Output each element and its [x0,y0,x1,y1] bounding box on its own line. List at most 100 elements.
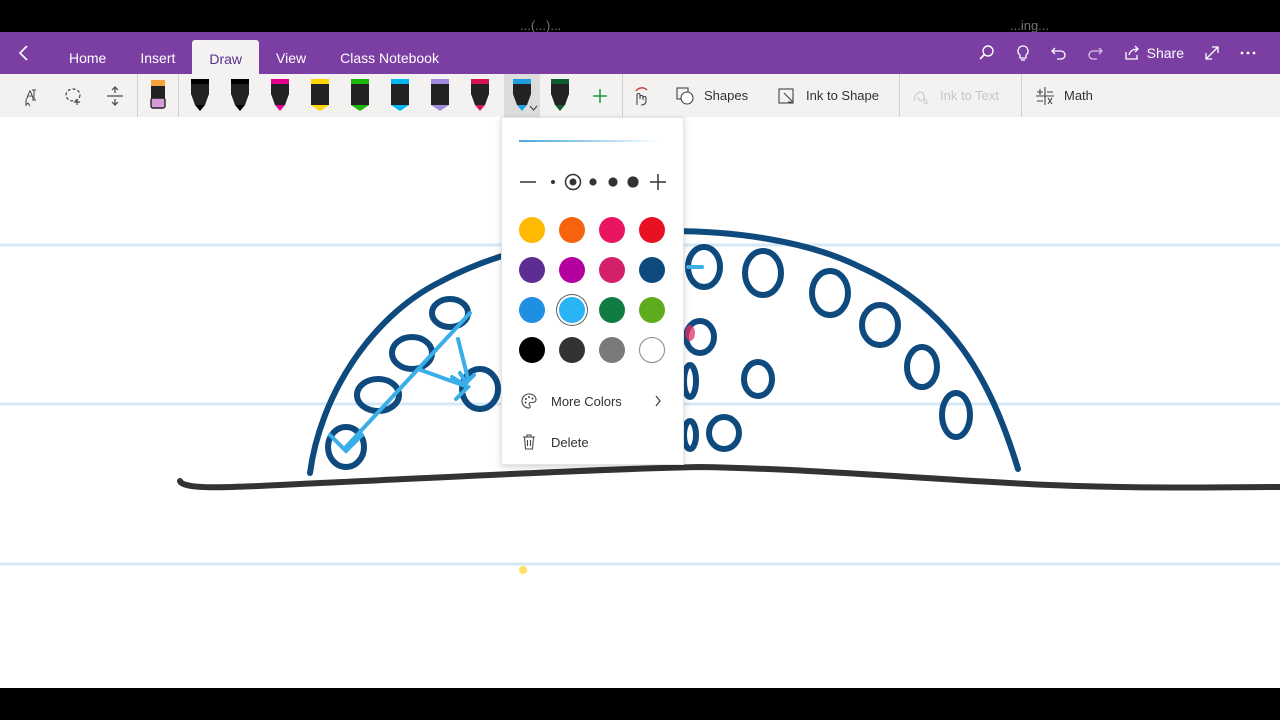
color-swatch[interactable] [519,337,545,363]
ribbon-right-actions: Share [971,32,1264,74]
thickness-option[interactable] [551,180,555,184]
color-swatch[interactable] [559,337,585,363]
color-swatch[interactable] [599,297,625,323]
math-button[interactable]: Math [1034,74,1104,117]
shapes-icon [676,86,694,105]
share-label: Share [1146,45,1184,61]
color-swatch[interactable] [519,217,545,243]
redo-button[interactable] [1079,37,1111,69]
tell-me-button[interactable] [1007,37,1039,69]
fullscreen-button[interactable] [1196,37,1228,69]
pen-icon [311,78,329,111]
pen-2-button[interactable] [226,74,254,117]
pen-5-button[interactable] [346,74,374,117]
color-swatch[interactable] [559,217,585,243]
window-status: ...ing... [1010,18,1050,32]
pen-10-button[interactable] [546,74,574,117]
more-colors-item[interactable]: More Colors [502,383,683,419]
svg-text:a: a [923,96,928,106]
ink-to-text-icon: a [913,91,928,106]
back-button[interactable] [12,41,36,65]
plus-icon [593,88,607,103]
tab-home[interactable]: Home [52,32,123,74]
pen-icon [191,78,209,111]
ribbon-header: Home Insert Draw View Class Notebook Sha… [0,32,1280,74]
draw-toolbar: A Shapes Ink to Shape a Ink to Text Math [0,74,1280,118]
increase-thickness-icon[interactable] [650,174,666,190]
color-swatch[interactable] [559,257,585,283]
ink-to-shape-icon [778,87,794,104]
lasso-icon [65,87,81,105]
redo-icon [1088,47,1103,60]
pen-icon [271,78,289,111]
text-select-icon: A [25,88,36,106]
chevron-down-icon [529,105,538,111]
more-icon [1240,51,1256,55]
ink-to-shape-label: Ink to Shape [806,88,879,103]
type-tool-button[interactable]: A [20,74,48,117]
lasso-select-button[interactable] [60,74,88,117]
more-colors-label: More Colors [551,393,622,409]
color-swatch[interactable] [639,257,665,283]
thickness-option[interactable] [627,176,639,188]
color-swatch[interactable] [639,217,665,243]
shapes-label: Shapes [704,88,749,103]
search-button[interactable] [971,37,1003,69]
color-swatch[interactable] [599,217,625,243]
ink-to-text-label: Ink to Text [940,88,1000,103]
thickness-option-dot [569,178,577,186]
pen-icon [431,78,449,111]
window-titlebar: ...(...)... ...ing... [0,0,1280,32]
tab-view[interactable]: View [259,32,323,74]
pen-4-button[interactable] [306,74,334,117]
thickness-selector [516,170,668,194]
color-swatch[interactable] [599,257,625,283]
color-swatch[interactable] [639,297,665,323]
undo-icon [1050,47,1066,60]
math-label: Math [1064,88,1093,103]
shapes-button[interactable]: Shapes [674,74,758,117]
thickness-option[interactable] [589,178,597,186]
toolbar-separator [899,74,900,117]
tab-insert[interactable]: Insert [123,32,192,74]
pink-ink-dot [685,325,695,341]
pen-icon [231,78,249,111]
eraser-button[interactable] [145,74,171,117]
pen-8-button[interactable] [466,74,494,117]
color-swatch[interactable] [639,337,665,363]
pen-7-button[interactable] [426,74,454,117]
add-pen-button[interactable] [586,74,614,117]
add-space-icon [107,85,123,106]
ground-line [177,463,1280,491]
toolbar-separator [622,74,623,117]
delete-pen-item[interactable]: Delete [502,424,683,460]
chevron-right-icon [655,395,661,407]
ink-to-text-button: a Ink to Text [910,74,1010,117]
palette-icon [519,391,539,411]
color-swatch[interactable] [559,297,585,323]
bottom-letterbox [0,688,1280,720]
touch-draw-button[interactable] [628,74,656,117]
color-swatch[interactable] [599,337,625,363]
toolbar-separator [137,74,138,117]
pen-1-button[interactable] [186,74,214,117]
add-space-button[interactable] [101,74,129,117]
pen-9-button[interactable] [504,74,540,117]
share-button[interactable]: Share [1115,44,1192,62]
color-swatch[interactable] [519,297,545,323]
share-icon [1124,45,1139,60]
more-options-button[interactable] [1232,37,1264,69]
color-swatch[interactable] [519,257,545,283]
delete-label: Delete [551,434,589,450]
pen-6-button[interactable] [386,74,414,117]
search-icon [979,45,994,60]
ink-to-shape-button[interactable]: Ink to Shape [776,74,888,117]
eraser-icon [150,79,166,109]
undo-button[interactable] [1043,37,1075,69]
thickness-option[interactable] [608,177,618,187]
tab-class-notebook[interactable]: Class Notebook [323,32,456,74]
pen-3-button[interactable] [266,74,294,117]
lightbulb-icon [1017,45,1029,61]
expand-icon [1205,46,1219,60]
tab-draw[interactable]: Draw [192,40,260,74]
